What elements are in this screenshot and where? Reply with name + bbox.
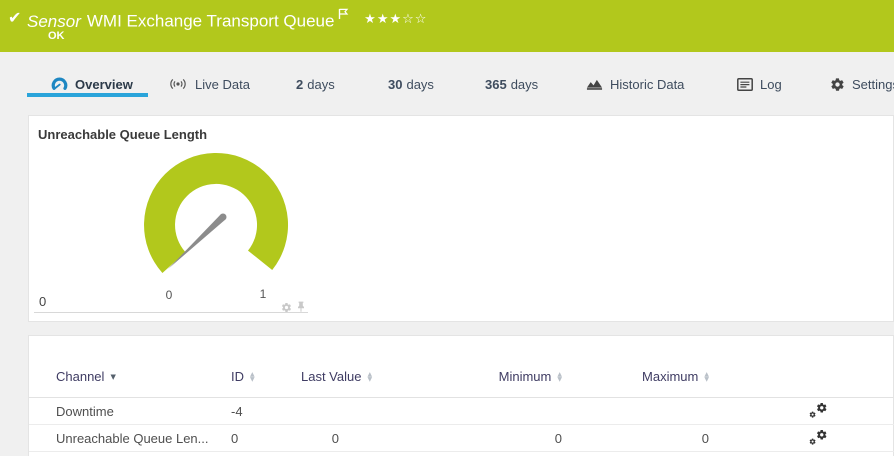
gauge-title: Unreachable Queue Length [38,127,207,142]
sort-both-icon: ▲▼ [367,372,372,382]
log-list-icon [737,78,753,91]
channel-id: -4 [231,404,301,419]
flag-icon[interactable] [338,5,349,25]
table-row-downtime: Downtime -4 [29,398,894,425]
tab-live-data-label: Live Data [195,77,250,92]
sensor-title-row: Sensor WMI Exchange Transport Queue ★★★☆☆ [27,5,427,32]
table-row-unreachable-queue: Unreachable Queue Len... 0 0 0 0 [29,425,894,452]
active-tab-indicator [27,93,148,97]
sort-both-icon: ▲▼ [704,372,709,382]
gauge-arc [144,153,288,273]
column-header-minimum[interactable]: Minimum ▲▼ [461,369,576,384]
sort-desc-icon: ▼ [110,373,115,381]
channel-table-header-row: Channel ▼ ID ▲▼ Last Value ▲▼ Minimum ▲▼… [29,356,894,398]
tab-30-days-label: days [406,77,433,92]
area-chart-icon [586,77,603,91]
live-signal-icon [168,77,188,91]
column-header-last-value[interactable]: Last Value ▲▼ [301,369,461,384]
tab-365-days[interactable]: 365 days [485,73,538,95]
column-header-maximum[interactable]: Maximum ▲▼ [576,369,721,384]
tab-365-days-number: 365 [485,77,507,92]
gauge-baseline [34,312,308,313]
tab-30-days-number: 30 [388,77,402,92]
tab-settings[interactable]: Settings [830,73,894,95]
channel-last-value: 0 [301,431,461,446]
status-ok-check-icon: ✔ [8,8,21,27]
gauge-scale-max: 1 [260,287,267,301]
priority-stars[interactable]: ★★★☆☆ [364,12,427,27]
sensor-kind-label: Sensor [27,12,81,31]
gauge-axis-zero-label: 0 [39,294,46,309]
gear-icon [830,77,845,92]
tab-2-days-label: days [307,77,334,92]
sort-both-icon: ▲▼ [557,372,562,382]
sort-both-icon: ▲▼ [250,372,255,382]
tab-2-days[interactable]: 2 days [296,73,335,95]
gauge-settings-gear-icon[interactable] [281,300,292,318]
tab-30-days[interactable]: 30 days [388,73,434,95]
tab-log[interactable]: Log [737,73,782,95]
page-title: WMI Exchange Transport Queue [87,12,335,31]
tab-live-data[interactable]: Live Data [168,73,250,95]
tab-bar: Overview Live Data 2 days 30 days 365 da… [0,52,894,115]
gauge-icon [51,76,68,92]
channel-minimum: 0 [461,431,576,446]
column-header-channel[interactable]: Channel ▼ [29,369,231,384]
sensor-status-banner: ✔ Sensor WMI Exchange Transport Queue ★★★… [0,0,894,52]
gauge-scale-min: 0 [166,288,173,302]
tab-overview-label: Overview [75,77,133,92]
tab-historic-data[interactable]: Historic Data [586,73,684,95]
tab-365-days-label: days [511,77,538,92]
channel-id: 0 [231,431,301,446]
channel-name[interactable]: Downtime [29,404,231,419]
tab-settings-label: Settings [852,77,894,92]
channel-table: Channel ▼ ID ▲▼ Last Value ▲▼ Minimum ▲▼… [29,356,894,452]
tab-log-label: Log [760,77,782,92]
tab-overview[interactable]: Overview [51,73,133,95]
channel-settings-gears-icon[interactable] [809,430,827,446]
channel-table-panel: Channel ▼ ID ▲▼ Last Value ▲▼ Minimum ▲▼… [28,335,894,456]
sensor-overview-page: ✔ Sensor WMI Exchange Transport Queue ★★★… [0,0,894,456]
tab-2-days-number: 2 [296,77,303,92]
gauge-panel: Unreachable Queue Length 0 1 0 [28,115,894,322]
channel-name[interactable]: Unreachable Queue Len... [29,431,231,446]
gauge-chart: 0 1 [116,141,316,311]
status-badge: OK [48,30,65,42]
channel-maximum: 0 [576,431,721,446]
gauge-pin-icon[interactable] [296,300,306,318]
channel-settings-gears-icon[interactable] [809,403,827,419]
column-header-id[interactable]: ID ▲▼ [231,369,301,384]
tab-historic-data-label: Historic Data [610,77,684,92]
